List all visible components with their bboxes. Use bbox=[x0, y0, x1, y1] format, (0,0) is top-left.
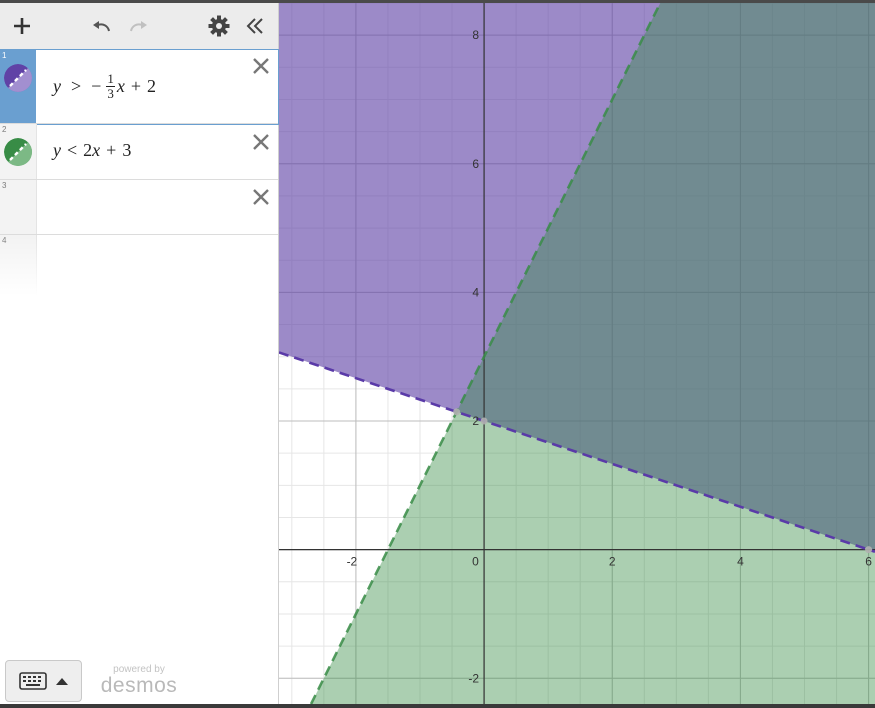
math-operator: > bbox=[71, 76, 82, 96]
powered-by-desmos-logo: powered by desmos bbox=[98, 664, 180, 697]
delete-expression-icon[interactable] bbox=[250, 186, 272, 208]
list-fade-overlay bbox=[0, 236, 277, 296]
math-plus: + bbox=[130, 76, 141, 96]
y-tick-label: -2 bbox=[468, 671, 479, 685]
settings-button[interactable] bbox=[204, 11, 234, 41]
math-constant: 3 bbox=[122, 140, 132, 160]
x-tick-label: 6 bbox=[865, 555, 872, 569]
graph-plot[interactable]: -2 0 2 4 6 8 6 4 2 -2 bbox=[279, 3, 875, 704]
x-tick-label: -2 bbox=[347, 555, 358, 569]
math-operator: < bbox=[67, 140, 78, 160]
y-tick-label: 4 bbox=[472, 285, 479, 299]
math-y: y bbox=[53, 140, 61, 160]
math-fraction: 1 3 bbox=[106, 72, 115, 101]
expression-panel: 1 y > − 1 3 x + 2 2 y < 2 x + 3 3 powere… bbox=[0, 3, 279, 704]
math-minus: − bbox=[91, 76, 102, 96]
graph-canvas[interactable]: -2 0 2 4 6 8 6 4 2 -2 bbox=[279, 3, 875, 704]
double-chevron-left-icon bbox=[246, 18, 263, 34]
dashed-line-icon bbox=[4, 64, 32, 92]
redo-icon bbox=[130, 21, 147, 32]
expression-index: 3 bbox=[2, 181, 7, 190]
y-tick-label: 2 bbox=[472, 414, 479, 428]
window-bottom-border bbox=[0, 704, 875, 708]
point-of-interest bbox=[865, 546, 873, 554]
gear-icon bbox=[208, 15, 230, 37]
delete-expression-icon[interactable] bbox=[250, 131, 272, 153]
y-tick-label: 6 bbox=[472, 157, 479, 171]
math-y: y bbox=[53, 76, 61, 96]
expression-row-2[interactable]: 2 y < 2 x + 3 bbox=[0, 124, 278, 180]
expression-color-icon[interactable] bbox=[4, 138, 32, 166]
desmos-wordmark: desmos bbox=[100, 674, 178, 697]
math-x: x bbox=[92, 140, 101, 160]
collapse-panel-button[interactable] bbox=[240, 11, 270, 41]
x-tick-label: 2 bbox=[609, 555, 616, 569]
x-tick-label: 0 bbox=[472, 555, 479, 569]
expression-math[interactable]: y > − 1 3 x + 2 bbox=[53, 72, 156, 101]
x-tick-label: 4 bbox=[737, 555, 744, 569]
redo-button[interactable] bbox=[124, 11, 154, 41]
math-coefficient: 2 bbox=[83, 140, 93, 160]
math-plus: + bbox=[106, 140, 117, 160]
math-constant: 2 bbox=[146, 76, 156, 96]
math-numerator: 1 bbox=[106, 71, 115, 87]
undo-icon bbox=[93, 21, 110, 32]
point-of-interest bbox=[480, 417, 488, 425]
point-of-interest bbox=[453, 408, 461, 416]
keyboard-icon bbox=[19, 672, 68, 690]
undo-button[interactable] bbox=[86, 11, 116, 41]
expression-color-icon[interactable] bbox=[4, 64, 32, 92]
plus-icon bbox=[14, 18, 30, 34]
expression-index: 2 bbox=[2, 125, 7, 134]
expression-math[interactable]: y < 2 x + 3 bbox=[53, 140, 131, 161]
delete-expression-icon[interactable] bbox=[250, 55, 272, 77]
expression-row-3[interactable]: 3 bbox=[0, 180, 278, 235]
add-item-button[interactable] bbox=[7, 11, 37, 41]
expression-row-1[interactable]: 1 y > − 1 3 x + 2 bbox=[0, 49, 279, 125]
y-tick-label: 8 bbox=[472, 28, 479, 42]
caret-up-icon bbox=[56, 678, 68, 685]
keypad-toggle-button[interactable] bbox=[5, 660, 82, 702]
expression-index: 1 bbox=[2, 51, 7, 60]
math-x: x bbox=[116, 76, 125, 96]
expression-toolbar bbox=[0, 3, 278, 50]
math-denominator: 3 bbox=[107, 86, 114, 101]
dashed-line-icon bbox=[4, 138, 32, 166]
